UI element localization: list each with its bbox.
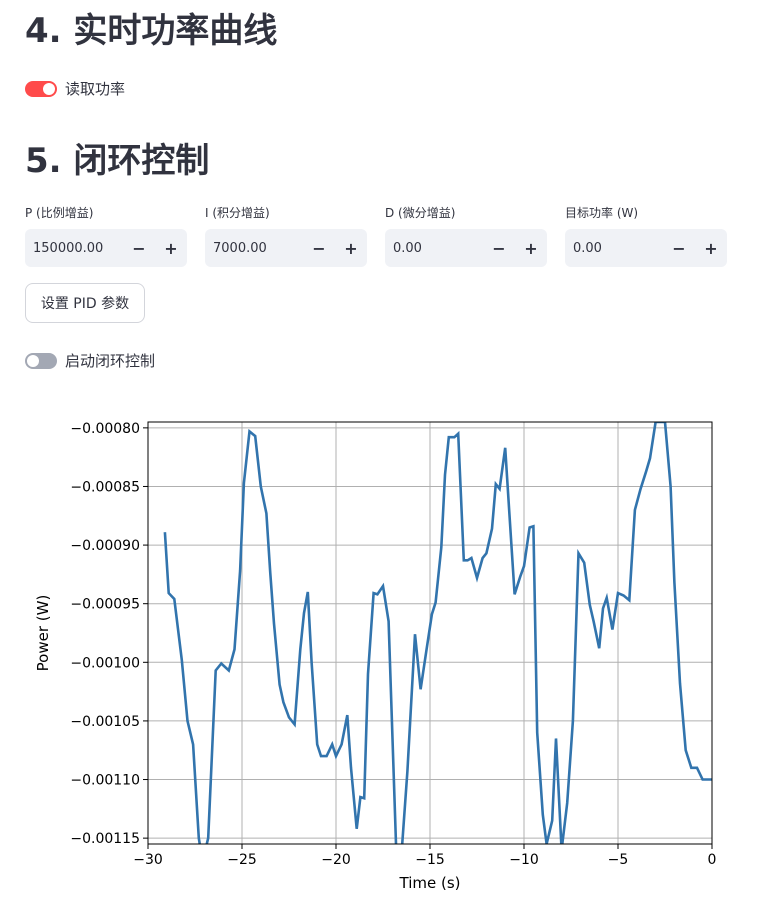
x-tick-label: −30 [133, 852, 163, 868]
d-gain-plus-button[interactable]: + [515, 239, 547, 258]
y-tick-label: −0.00080 [70, 421, 140, 437]
p-gain-label: P (比例增益) [25, 206, 94, 220]
read-power-toggle-row: 读取功率 [25, 78, 125, 99]
i-gain-input[interactable]: 7000.00 [205, 241, 303, 256]
toggle-knob [27, 354, 39, 367]
power-series-line [163, 422, 712, 844]
y-axis-ticks: −0.00080 −0.00085 −0.00090 −0.00095 −0.00100… [70, 421, 148, 847]
d-gain-input[interactable]: 0.00 [385, 241, 483, 256]
y-tick-label: −0.00105 [70, 714, 140, 730]
i-gain-label: I (积分增益) [205, 206, 270, 220]
power-chart: −30 −25 −20 −15 −10 −5 0 −0.00080−0.00085−0.00… [34, 421, 716, 892]
p-gain-input[interactable]: 150000.00 [25, 241, 123, 256]
target-power-field: 目标功率 (W) 0.00 − + [565, 204, 727, 267]
i-gain-plus-button[interactable]: + [335, 239, 367, 258]
i-gain-stepper[interactable]: 7000.00 − + [205, 229, 367, 267]
x-tick-label: −5 [608, 852, 629, 868]
p-gain-stepper[interactable]: 150000.00 − + [25, 229, 187, 267]
target-power-plus-button[interactable]: + [695, 239, 727, 258]
y-tick-label: −0.00095 [70, 597, 140, 613]
d-gain-stepper[interactable]: 0.00 − + [385, 229, 547, 267]
y-tick-label: −0.00090 [70, 538, 140, 554]
read-power-toggle[interactable] [25, 80, 57, 97]
i-gain-field: I (积分增益) 7000.00 − + [205, 204, 367, 267]
d-gain-minus-button[interactable]: − [483, 239, 515, 258]
section-title-closed-loop: 5. 闭环控制 [25, 141, 210, 181]
x-tick-label: −15 [415, 852, 445, 868]
p-gain-field: P (比例增益) 150000.00 − + [25, 204, 187, 267]
d-gain-label: D (微分增益) [385, 206, 456, 220]
closed-loop-toggle-row: 启动闭环控制 [25, 350, 155, 371]
x-tick-label: −10 [509, 852, 539, 868]
y-tick-label: −0.00115 [70, 831, 140, 847]
y-tick-label: −0.00085 [70, 479, 140, 495]
target-power-label: 目标功率 (W) [565, 206, 639, 220]
x-tick-label: −20 [321, 852, 351, 868]
toggle-knob [43, 82, 55, 95]
y-axis-label: Power (W) [34, 595, 52, 672]
section-title-realtime-power: 4. 实时功率曲线 [25, 11, 278, 51]
closed-loop-toggle-label: 启动闭环控制 [65, 352, 156, 370]
y-tick-label: −0.00110 [70, 773, 140, 789]
x-axis-label: Time (s) [399, 874, 461, 892]
x-tick-label: −25 [227, 852, 257, 868]
target-power-minus-button[interactable]: − [663, 239, 695, 258]
closed-loop-toggle[interactable] [25, 352, 57, 369]
read-power-toggle-label: 读取功率 [65, 80, 126, 98]
target-power-stepper[interactable]: 0.00 − + [565, 229, 727, 267]
target-power-input[interactable]: 0.00 [565, 241, 663, 256]
x-axis-ticks: −30 −25 −20 −15 −10 −5 0 [133, 844, 716, 868]
d-gain-field: D (微分增益) 0.00 − + [385, 204, 547, 267]
p-gain-minus-button[interactable]: − [123, 239, 155, 258]
set-pid-button[interactable]: 设置 PID 参数 [25, 283, 145, 323]
p-gain-plus-button[interactable]: + [155, 239, 187, 258]
x-tick-label: 0 [708, 852, 717, 868]
i-gain-minus-button[interactable]: − [303, 239, 335, 258]
y-tick-label: −0.00100 [70, 655, 140, 671]
